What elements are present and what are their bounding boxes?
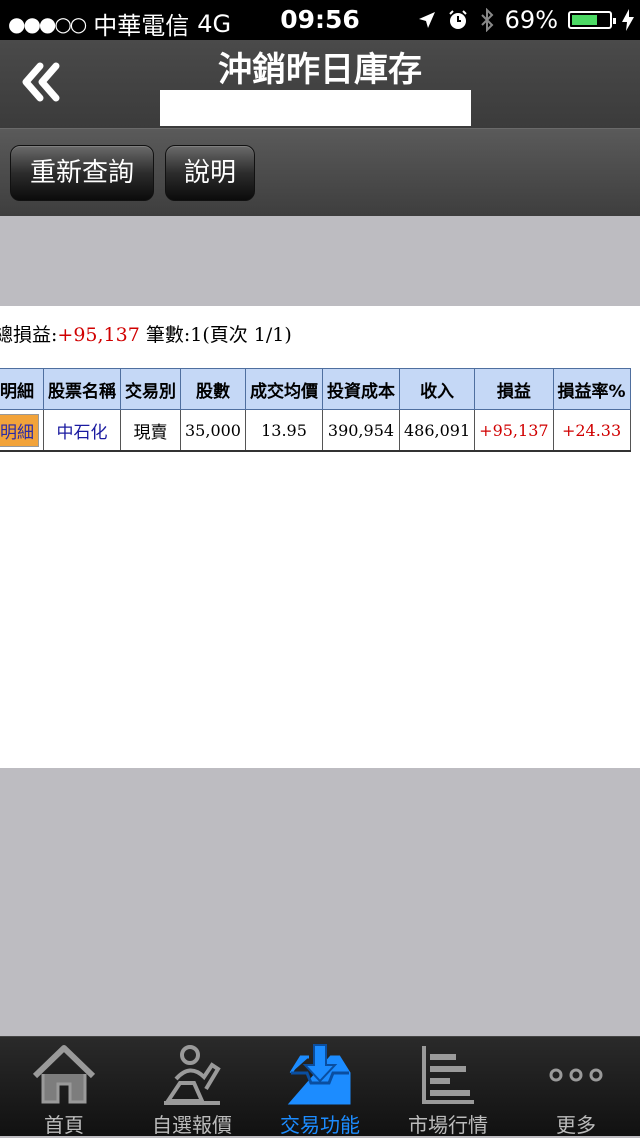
nav-header: 沖銷昨日庫存 (0, 40, 640, 128)
tab-home[interactable]: 首頁 (0, 1037, 128, 1137)
tab-label: 首頁 (44, 1113, 84, 1137)
tab-more[interactable]: 更多 (512, 1037, 640, 1137)
inventory-table: 明細 股票名稱 交易別 股數 成交均價 投資成本 收入 損益 損益率% 明細 中… (0, 368, 631, 452)
summary-line: 總損益:+95,137 筆數:1(頁次 1/1) (0, 320, 292, 347)
toolbar: 重新查詢 說明 (0, 128, 640, 216)
col-header-shares: 股數 (180, 368, 246, 410)
tab-label: 更多 (556, 1113, 596, 1137)
col-header-pl: 損益 (474, 368, 554, 410)
detail-button[interactable]: 明細 (0, 413, 39, 447)
account-field[interactable] (160, 90, 471, 126)
pl-rate-cell: +24.33 (552, 409, 631, 452)
col-header-detail: 明細 (0, 368, 44, 410)
table-row[interactable]: 明細 中石化 現賣 35,000 13.95 390,954 486,091 +… (0, 409, 631, 452)
record-count: 筆數:1(頁次 1/1) (145, 324, 292, 346)
tab-icon-wrap (0, 1043, 128, 1107)
battery-icon (568, 11, 616, 29)
stock-name-cell[interactable]: 中石化 (43, 409, 121, 452)
tab-icon-wrap (256, 1043, 384, 1107)
location-arrow-icon (418, 12, 435, 28)
tab-trading[interactable]: 交易功能 (256, 1037, 384, 1137)
tab-bar: 首頁 自選報價 交易功能 市場行情 更多 (0, 1036, 640, 1137)
tab-label: 交易功能 (280, 1113, 360, 1137)
battery-percent: 69% (504, 6, 558, 34)
charging-bolt-icon (622, 9, 634, 31)
col-header-stock-name: 股票名稱 (43, 368, 121, 410)
tab-label: 自選報價 (152, 1113, 232, 1137)
pl-cell: +95,137 (474, 409, 554, 452)
detail-cell: 明細 (0, 409, 44, 452)
home-icon (32, 1045, 96, 1104)
total-pl-value: +95,137 (57, 324, 140, 346)
help-button[interactable]: 說明 (165, 145, 255, 201)
tab-market[interactable]: 市場行情 (384, 1037, 512, 1137)
battery-tip (613, 18, 616, 24)
tab-icon-wrap (512, 1043, 640, 1107)
trade-type-cell: 現賣 (120, 409, 181, 452)
trader-icon (164, 1045, 221, 1105)
page-title: 沖銷昨日庫存 (218, 50, 422, 90)
col-header-avg-price: 成交均價 (244, 368, 323, 410)
more-dots-icon (549, 1068, 603, 1082)
col-header-trade-type: 交易別 (120, 368, 181, 410)
cost-cell: 390,954 (321, 409, 400, 452)
total-pl-label: 總損益: (0, 324, 58, 346)
col-header-income: 收入 (398, 368, 476, 410)
bar-list-icon (422, 1046, 474, 1104)
bluetooth-icon (480, 8, 494, 32)
tab-icon-wrap (384, 1043, 512, 1107)
avg-price-cell: 13.95 (244, 409, 323, 452)
tray-download-icon (287, 1044, 351, 1105)
alarm-icon (448, 10, 467, 29)
income-cell: 486,091 (398, 409, 476, 452)
tab-label: 市場行情 (408, 1113, 488, 1137)
results-panel: 總損益:+95,137 筆數:1(頁次 1/1) 明細 股票名稱 交易別 股數 … (0, 306, 640, 768)
col-header-cost: 投資成本 (321, 368, 400, 410)
status-right: 69% (417, 6, 634, 34)
table-header-row: 明細 股票名稱 交易別 股數 成交均價 投資成本 收入 損益 損益率% (0, 368, 631, 410)
tab-watchlist[interactable]: 自選報價 (128, 1037, 256, 1137)
status-bar: ●●●○○ 中華電信 4G 09:56 69% (0, 0, 640, 40)
battery-level-fill (572, 15, 597, 25)
shares-cell: 35,000 (180, 409, 246, 452)
col-header-pl-rate: 損益率% (552, 368, 631, 410)
requery-button[interactable]: 重新查詢 (10, 145, 154, 201)
tab-icon-wrap (128, 1043, 256, 1107)
